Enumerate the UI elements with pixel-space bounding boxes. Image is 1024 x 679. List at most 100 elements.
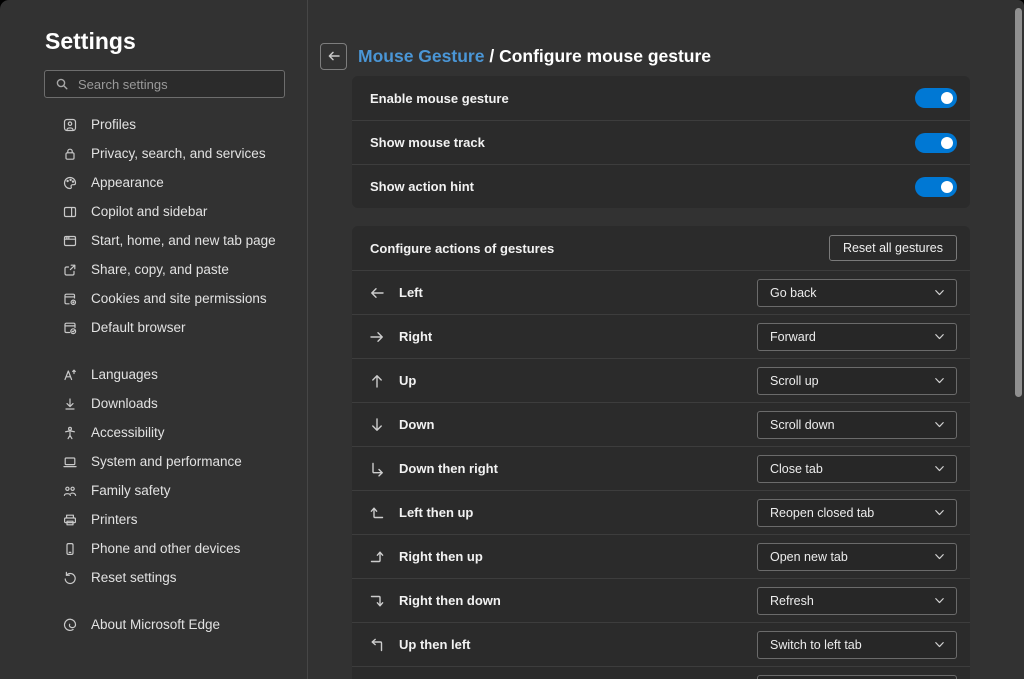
gesture-row-partial (352, 666, 970, 679)
gesture-action-dropdown-down[interactable]: Scroll down (757, 411, 957, 439)
selected-action: Scroll down (770, 418, 933, 432)
sidebar-item-default-browser[interactable]: Default browser (0, 313, 307, 342)
selected-action: Reopen closed tab (770, 506, 933, 520)
arrow-left-icon (368, 284, 388, 302)
chevron-down-icon (933, 374, 946, 387)
selected-action: Scroll up (770, 374, 933, 388)
sidebar-item-system-performance[interactable]: System and performance (0, 447, 307, 476)
selected-action: Forward (770, 330, 933, 344)
sidebar-item-printers[interactable]: Printers (0, 505, 307, 534)
sidebar-item-appearance[interactable]: Appearance (0, 168, 307, 197)
sidebar-item-copilot-sidebar[interactable]: Copilot and sidebar (0, 197, 307, 226)
enable-mouse-gesture-toggle[interactable] (915, 88, 957, 108)
laptop-icon (62, 454, 78, 470)
gesture-label: Right (399, 329, 757, 344)
chevron-down-icon (933, 418, 946, 431)
family-icon (62, 483, 78, 499)
gesture-row-down: Down Scroll down (352, 402, 970, 446)
search-input[interactable] (78, 77, 275, 92)
gesture-label: Right then down (399, 593, 757, 608)
gesture-action-dropdown-right-then-down[interactable]: Refresh (757, 587, 957, 615)
share-icon (62, 262, 78, 278)
arrow-right-then-down-icon (368, 592, 388, 610)
gesture-action-dropdown-right[interactable]: Forward (757, 323, 957, 351)
gesture-action-dropdown-partial[interactable] (757, 675, 957, 679)
setting-row-show-action-hint: Show action hint (352, 164, 970, 208)
sidebar-item-reset-settings[interactable]: Reset settings (0, 563, 307, 592)
edge-logo-icon (62, 617, 78, 633)
sidebar-item-label: Phone and other devices (91, 541, 240, 556)
gesture-label: Left (399, 285, 757, 300)
sidebar-item-label: System and performance (91, 454, 242, 469)
palette-icon (62, 175, 78, 191)
back-button[interactable] (320, 43, 347, 70)
gesture-label: Down (399, 417, 757, 432)
download-icon (62, 396, 78, 412)
gesture-action-dropdown-up-then-left[interactable]: Switch to left tab (757, 631, 957, 659)
show-mouse-track-toggle[interactable] (915, 133, 957, 153)
scrollbar-thumb[interactable] (1015, 8, 1022, 397)
gesture-action-dropdown-right-then-up[interactable]: Open new tab (757, 543, 957, 571)
gesture-label: Right then up (399, 549, 757, 564)
sidebar-nav: Profiles Privacy, search, and services (0, 110, 307, 639)
sidebar-item-about-edge[interactable]: About Microsoft Edge (0, 610, 307, 639)
page-header: Mouse Gesture / Configure mouse gesture (309, 0, 1024, 76)
gesture-action-dropdown-down-then-right[interactable]: Close tab (757, 455, 957, 483)
sidebar-group-divider (0, 342, 307, 360)
gesture-action-dropdown-up[interactable]: Scroll up (757, 367, 957, 395)
setting-row-enable-mouse-gesture: Enable mouse gesture (352, 76, 970, 120)
sidebar-item-label: Reset settings (91, 570, 177, 585)
sidebar-item-privacy[interactable]: Privacy, search, and services (0, 139, 307, 168)
arrow-right-icon (368, 328, 388, 346)
phone-icon (62, 541, 78, 557)
gesture-row-right-then-up: Right then up Open new tab (352, 534, 970, 578)
sidebar-item-share-copy-paste[interactable]: Share, copy, and paste (0, 255, 307, 284)
toggle-knob (941, 92, 953, 104)
sidebar-item-label: Cookies and site permissions (91, 291, 267, 306)
gesture-actions-header: Configure actions of gestures Reset all … (352, 226, 970, 270)
gesture-action-dropdown-left-then-up[interactable]: Reopen closed tab (757, 499, 957, 527)
sidebar-item-family-safety[interactable]: Family safety (0, 476, 307, 505)
sidebar-item-label: Default browser (91, 320, 186, 335)
breadcrumb-parent-link[interactable]: Mouse Gesture (358, 46, 484, 66)
sidebar-item-label: Downloads (91, 396, 158, 411)
sidebar-panel-icon (62, 204, 78, 220)
reset-all-gestures-button[interactable]: Reset all gestures (829, 235, 957, 261)
sidebar-item-profiles[interactable]: Profiles (0, 110, 307, 139)
chevron-down-icon (933, 638, 946, 651)
gesture-row-left-then-up: Left then up Reopen closed tab (352, 490, 970, 534)
sidebar-item-label: Accessibility (91, 425, 165, 440)
toggle-knob (941, 137, 953, 149)
page-title: Configure mouse gesture (499, 46, 711, 66)
chevron-down-icon (933, 286, 946, 299)
site-permissions-icon (62, 291, 78, 307)
sidebar-item-accessibility[interactable]: Accessibility (0, 418, 307, 447)
gesture-toggles-card: Enable mouse gesture Show mouse track Sh… (352, 76, 970, 208)
gesture-label: Left then up (399, 505, 757, 520)
gesture-row-up: Up Scroll up (352, 358, 970, 402)
languages-icon (62, 367, 78, 383)
setting-label: Show mouse track (370, 135, 915, 150)
sidebar-item-languages[interactable]: Languages (0, 360, 307, 389)
show-action-hint-toggle[interactable] (915, 177, 957, 197)
main-content: Mouse Gesture / Configure mouse gesture … (309, 0, 1024, 679)
chevron-down-icon (933, 330, 946, 343)
sidebar-item-label: Start, home, and new tab page (91, 233, 276, 248)
sidebar-item-label: Family safety (91, 483, 171, 498)
sidebar-item-label: Appearance (91, 175, 164, 190)
sidebar-item-start-home-newtab[interactable]: Start, home, and new tab page (0, 226, 307, 255)
sidebar-item-downloads[interactable]: Downloads (0, 389, 307, 418)
edge-settings-window: Settings Profiles (0, 0, 1024, 679)
sidebar-item-cookies-permissions[interactable]: Cookies and site permissions (0, 284, 307, 313)
sidebar-item-phone-devices[interactable]: Phone and other devices (0, 534, 307, 563)
search-settings-box[interactable] (44, 70, 285, 98)
breadcrumb-separator: / (489, 46, 494, 66)
sidebar-item-label: Printers (91, 512, 138, 527)
gesture-action-dropdown-left[interactable]: Go back (757, 279, 957, 307)
accessibility-icon (62, 425, 78, 441)
gesture-label: Down then right (399, 461, 757, 476)
new-tab-page-icon (62, 233, 78, 249)
chevron-down-icon (933, 462, 946, 475)
toggle-knob (941, 181, 953, 193)
reset-icon (62, 570, 78, 586)
